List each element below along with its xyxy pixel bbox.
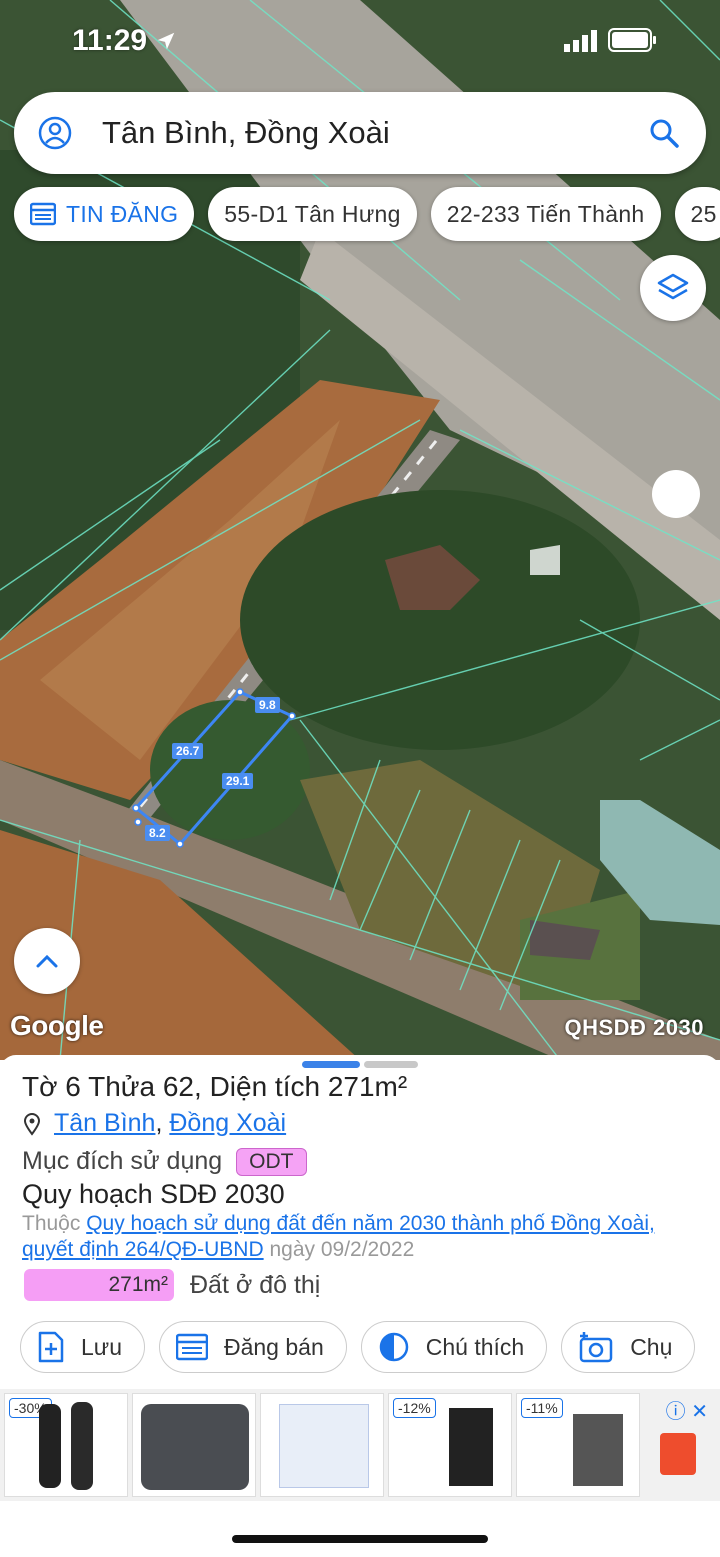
action-buttons: Lưu Đăng bán Chú thích Chụ [20, 1321, 696, 1373]
parcel-location: Tân Bình , Đồng Xoài [22, 1109, 286, 1138]
ad-product[interactable] [132, 1393, 256, 1497]
chip-label: TIN ĐĂNG [66, 200, 179, 227]
ward-link[interactable]: Tân Bình [54, 1109, 155, 1138]
home-indicator[interactable] [232, 1535, 488, 1543]
land-use-badge: ODT [236, 1147, 307, 1176]
sheet-handle[interactable] [302, 1061, 360, 1068]
legend-button[interactable]: Chú thích [360, 1321, 548, 1373]
chevron-up-icon [36, 954, 58, 968]
area-row: 271m² Đất ở đô thị [24, 1269, 320, 1301]
account-icon[interactable] [38, 116, 72, 150]
chip-location[interactable]: 25 [674, 187, 720, 241]
discount-badge: -11% [521, 1398, 563, 1418]
land-use-row: Mục đích sử dụng ODT [22, 1147, 307, 1176]
capture-button[interactable]: Chụ [561, 1321, 696, 1373]
layers-button[interactable] [640, 255, 706, 321]
action-label: Chú thích [425, 1333, 525, 1360]
battery-icon [608, 28, 656, 52]
google-logo: Google [10, 1010, 104, 1041]
ad-product[interactable]: -12% [388, 1393, 512, 1497]
parcel-info-sheet[interactable]: Tờ 6 Thửa 62, Diện tích 271m² Tân Bình ,… [0, 1055, 720, 1557]
map-control-button[interactable] [652, 470, 700, 518]
save-button[interactable]: Lưu [20, 1321, 145, 1373]
layers-icon [657, 273, 689, 300]
dimension-label: 8.2 [145, 825, 170, 841]
action-label: Lưu [81, 1333, 122, 1360]
location-pin-icon [23, 1112, 41, 1136]
action-label: Đăng bán [223, 1333, 324, 1360]
sheet-handle[interactable] [364, 1061, 418, 1068]
status-time: 11:29 [72, 24, 177, 58]
expand-up-button[interactable] [14, 928, 80, 994]
plan-title: Quy hoạch SDĐ 2030 [22, 1179, 285, 1209]
plan-prefix: Thuộc [22, 1212, 87, 1235]
map-view[interactable]: 9.8 26.7 29.1 8.2 11:29 Tân Bình, Đồng X… [0, 0, 720, 1060]
status-bar: 11:29 [0, 0, 720, 80]
chip-location[interactable]: 22-233 Tiến Thành [430, 187, 661, 241]
add-document-icon [38, 1331, 64, 1363]
camera-icon [579, 1332, 613, 1363]
search-input[interactable]: Tân Bình, Đồng Xoài [102, 115, 648, 151]
shopee-logo-icon [660, 1433, 696, 1475]
post-sale-button[interactable]: Đăng bán [158, 1321, 347, 1373]
parcel-title: Tờ 6 Thửa 62, Diện tích 271m² [22, 1071, 408, 1102]
quick-chips: TIN ĐĂNG 55-D1 Tân Hưng 22-233 Tiến Thàn… [14, 187, 720, 241]
dimension-label: 26.7 [172, 743, 204, 759]
map-layer-caption: QHSDĐ 2030 [564, 1015, 704, 1040]
signal-icon [564, 30, 597, 52]
discount-badge: -12% [393, 1398, 436, 1418]
legend-icon [379, 1332, 408, 1362]
ad-product[interactable]: -30% [4, 1393, 128, 1497]
calendar-list-icon [30, 202, 56, 226]
chip-listings[interactable]: TIN ĐĂNG [14, 187, 195, 241]
location-separator: , [155, 1109, 170, 1137]
chip-location[interactable]: 55-D1 Tân Hưng [208, 187, 417, 241]
listing-icon [175, 1333, 208, 1361]
city-link[interactable]: Đồng Xoài [169, 1109, 286, 1138]
search-bar[interactable]: Tân Bình, Đồng Xoài [14, 92, 706, 174]
area-bar: 271m² [24, 1269, 174, 1301]
action-label: Chụ [630, 1333, 673, 1360]
plan-date: ngày 09/2/2022 [263, 1238, 415, 1261]
dimension-label: 29.1 [222, 773, 254, 789]
chip-label: 55-D1 Tân Hưng [224, 200, 401, 227]
ad-product[interactable]: -11% [516, 1393, 640, 1497]
dimension-label: 9.8 [255, 697, 280, 713]
plan-description: Thuộc Quy hoạch sử dụng đất đến năm 2030… [22, 1211, 702, 1263]
ad-banner[interactable]: -30% -12% -11% ⓘ ✕ [0, 1389, 720, 1501]
land-use-label: Mục đích sử dụng [22, 1147, 223, 1175]
area-label: Đất ở đô thị [190, 1270, 321, 1299]
chip-label: 25 [690, 200, 717, 227]
ad-product[interactable] [260, 1393, 384, 1497]
location-arrow-icon [158, 32, 175, 50]
chip-label: 22-233 Tiến Thành [446, 200, 645, 227]
search-icon[interactable] [648, 117, 680, 149]
status-icons [564, 28, 658, 52]
ad-close-icon[interactable]: ⓘ ✕ [666, 1395, 708, 1424]
